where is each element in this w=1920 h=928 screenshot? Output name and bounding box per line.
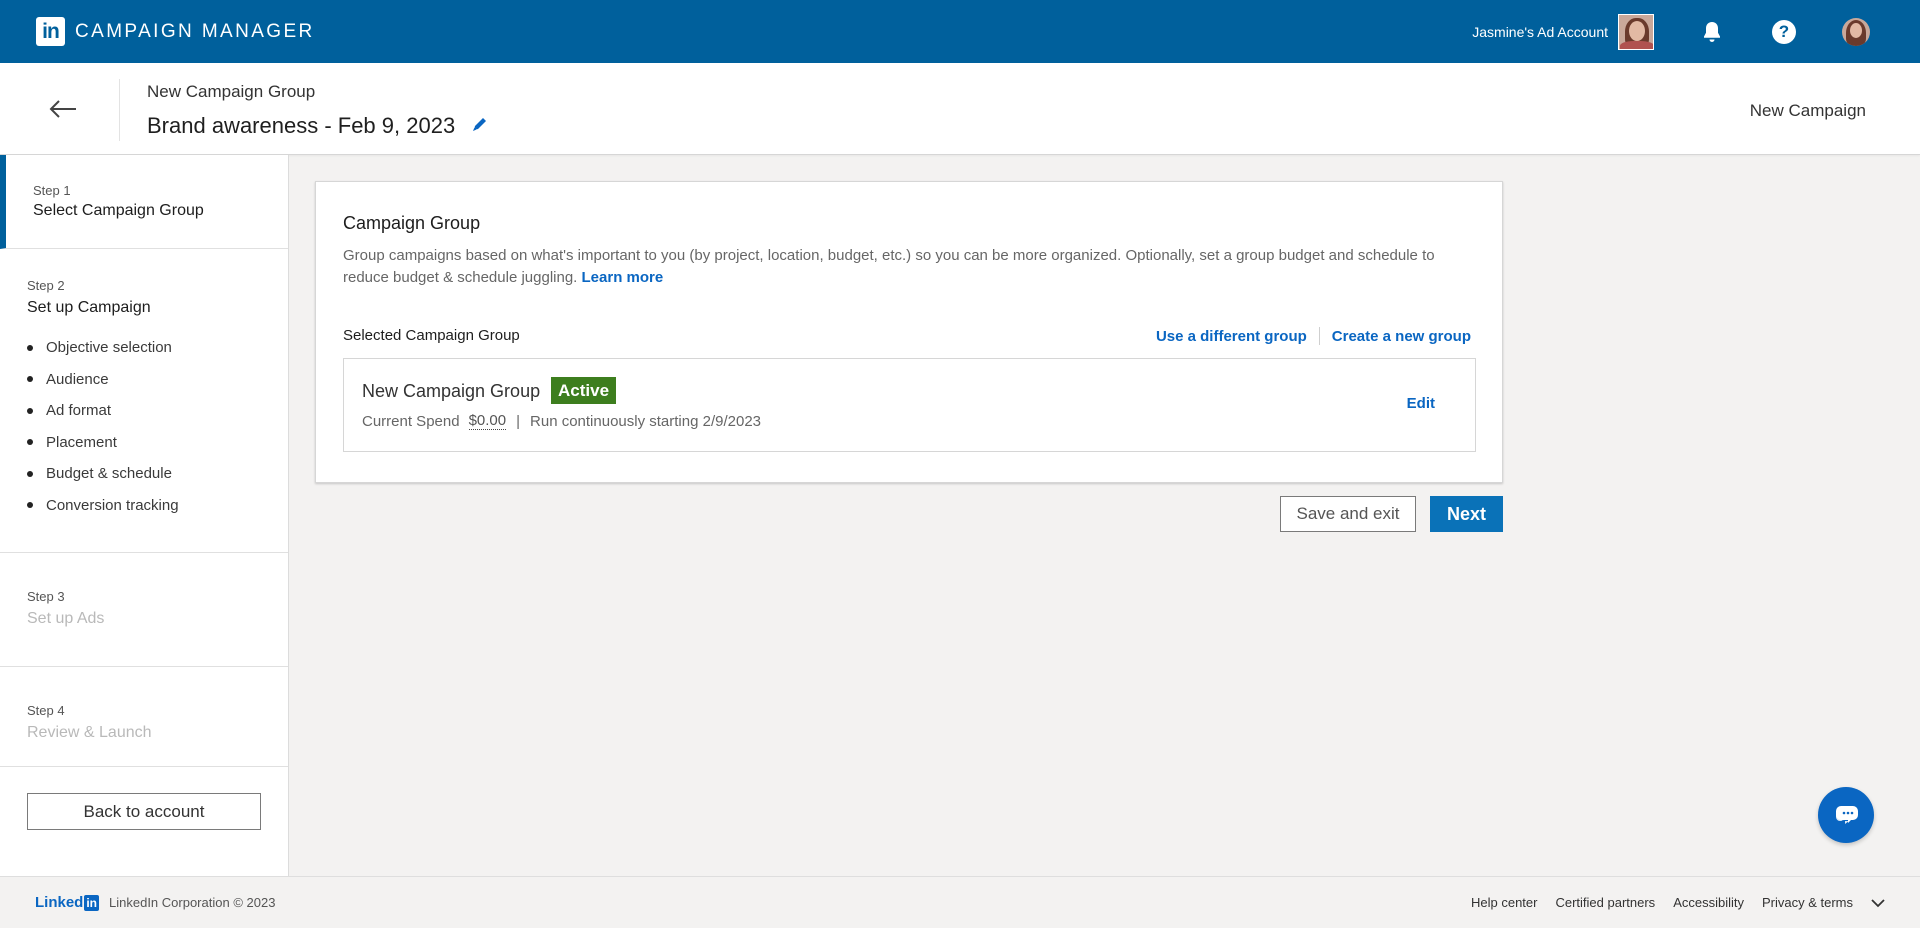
topbar-right: Jasmine's Ad Account ? <box>1472 13 1870 50</box>
card-description: Group campaigns based on what's importan… <box>343 245 1479 289</box>
create-new-group-link[interactable]: Create a new group <box>1332 328 1471 345</box>
selected-group-label: Selected Campaign Group <box>343 327 520 344</box>
bullet-icon <box>27 344 33 351</box>
description-text: Group campaigns based on what's importan… <box>343 247 1435 286</box>
campaign-group-label: New Campaign Group <box>147 82 316 101</box>
substep-conversion[interactable]: Conversion tracking <box>27 490 179 522</box>
pencil-icon <box>473 118 486 131</box>
help-button[interactable]: ? <box>1770 18 1798 46</box>
learn-more-link[interactable]: Learn more <box>582 269 664 286</box>
status-badge: Active <box>551 377 617 404</box>
group-links: Use a different group Create a new group <box>1156 327 1471 345</box>
footer-logo-in: in <box>84 894 100 911</box>
step-1[interactable]: Step 1 Select Campaign Group <box>0 155 288 249</box>
footer-logo[interactable]: Linked in <box>35 894 100 911</box>
user-avatar-button[interactable] <box>1842 17 1870 46</box>
step-3-title: Set up Ads <box>27 610 105 627</box>
bullet-icon <box>27 439 33 446</box>
bullet-icon <box>27 502 33 509</box>
chevron-down-icon[interactable] <box>1871 896 1885 910</box>
avatar-face <box>1850 22 1862 38</box>
edit-name-button[interactable] <box>471 115 491 135</box>
schedule-text: Run continuously starting 2/9/2023 <box>530 412 761 430</box>
step-4: Step 4 Review & Launch <box>0 667 288 767</box>
chat-icon <box>1836 806 1858 824</box>
bullet-icon <box>27 407 33 414</box>
photo-face <box>1629 20 1645 41</box>
avatar <box>1842 17 1870 46</box>
campaign-group-card: Campaign Group Group campaigns based on … <box>315 181 1503 483</box>
brand[interactable]: in CAMPAIGN MANAGER <box>36 17 315 46</box>
save-and-exit-button[interactable]: Save and exit <box>1280 496 1416 532</box>
top-nav-bar: in CAMPAIGN MANAGER Jasmine's Ad Account… <box>0 0 1920 63</box>
spend-label: Current Spend <box>362 412 460 430</box>
substep-objective[interactable]: Objective selection <box>27 332 179 364</box>
footer-link-help[interactable]: Help center <box>1471 895 1537 910</box>
step-1-number: Step 1 <box>33 183 71 198</box>
footer-links: Help center Certified partners Accessibi… <box>1453 895 1885 910</box>
edit-group-link[interactable]: Edit <box>1407 395 1435 412</box>
chat-button[interactable] <box>1818 787 1874 843</box>
page-header: New Campaign Group Brand awareness - Feb… <box>0 63 1920 155</box>
help-icon: ? <box>1772 19 1796 44</box>
substep-audience[interactable]: Audience <box>27 364 179 396</box>
linkedin-logo-icon: in <box>36 17 65 46</box>
footer-logo-text: Linked <box>35 894 84 911</box>
next-button[interactable]: Next <box>1430 496 1503 532</box>
footer-link-accessibility[interactable]: Accessibility <box>1673 895 1744 910</box>
spend-line: Current Spend $0.00 | Run continuously s… <box>362 412 761 430</box>
arrow-left-icon <box>49 100 76 118</box>
bell-icon <box>1704 21 1720 42</box>
new-campaign-label: New Campaign <box>1749 101 1866 120</box>
step-3: Step 3 Set up Ads <box>0 553 288 667</box>
step-2-title: Set up Campaign <box>27 299 151 316</box>
footer: Linked in LinkedIn Corporation © 2023 He… <box>0 876 1920 928</box>
step-4-title: Review & Launch <box>27 724 152 741</box>
link-separator <box>1318 327 1320 345</box>
substep-placement[interactable]: Placement <box>27 427 179 459</box>
back-to-account-button[interactable]: Back to account <box>27 793 261 830</box>
steps-sidebar: Step 1 Select Campaign Group Step 2 Set … <box>0 155 289 876</box>
step-3-number: Step 3 <box>27 589 65 604</box>
campaign-name: Brand awareness - Feb 9, 2023 <box>147 113 456 138</box>
step-2[interactable]: Step 2 Set up Campaign Objective selecti… <box>0 249 288 553</box>
step-1-title: Select Campaign Group <box>33 202 204 219</box>
photo-shirt <box>1620 40 1653 49</box>
bullet-icon <box>27 470 33 477</box>
substep-budget[interactable]: Budget & schedule <box>27 458 179 490</box>
spend-value[interactable]: $0.00 <box>468 412 507 430</box>
use-different-group-link[interactable]: Use a different group <box>1156 328 1307 345</box>
step-2-number: Step 2 <box>27 278 65 293</box>
step-4-number: Step 4 <box>27 703 65 718</box>
selected-group-box: New Campaign Group Active Current Spend … <box>343 358 1476 452</box>
bullet-icon <box>27 376 33 383</box>
account-photo[interactable] <box>1618 13 1654 50</box>
spend-separator: | <box>516 412 521 430</box>
header-divider <box>119 79 120 141</box>
notifications-button[interactable] <box>1698 18 1726 46</box>
footer-link-privacy[interactable]: Privacy & terms <box>1762 895 1853 910</box>
back-button[interactable] <box>46 93 80 125</box>
footer-link-partners[interactable]: Certified partners <box>1555 895 1655 910</box>
account-name[interactable]: Jasmine's Ad Account <box>1472 24 1608 40</box>
substep-ad-format[interactable]: Ad format <box>27 395 179 427</box>
brand-title: CAMPAIGN MANAGER <box>75 20 315 42</box>
step-2-substeps: Objective selection Audience Ad format P… <box>27 332 179 521</box>
group-name: New Campaign Group <box>362 381 541 401</box>
footer-copyright: LinkedIn Corporation © 2023 <box>109 895 276 910</box>
card-title: Campaign Group <box>343 213 481 233</box>
